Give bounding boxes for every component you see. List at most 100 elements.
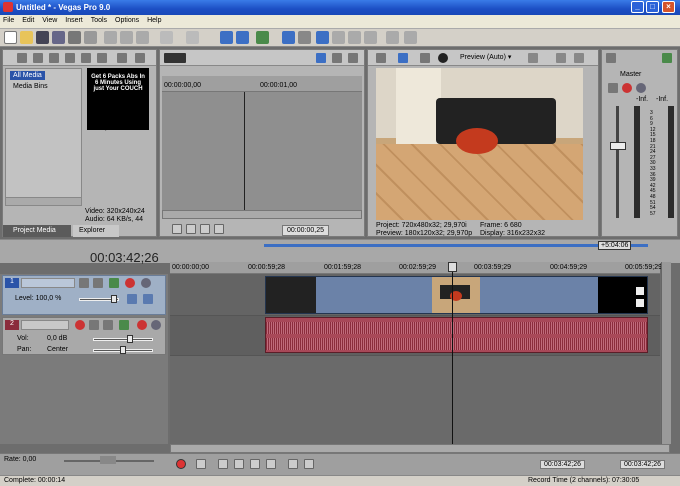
parent-track-icon[interactable]	[127, 294, 137, 304]
master-props-icon[interactable]	[606, 53, 616, 63]
media-thumbnail[interactable]: Get 6 Packs Abs In 6 Minutes Using just …	[87, 68, 149, 130]
edit-tool-icon[interactable]	[220, 31, 233, 44]
cut-icon[interactable]	[104, 31, 117, 44]
video-track-header[interactable]: 1 Level: 100,0 %	[2, 275, 166, 315]
go-to-start-icon[interactable]	[288, 459, 298, 469]
track-composite-icon[interactable]	[109, 278, 119, 288]
timeline-cursor[interactable]	[452, 262, 453, 444]
tab-explorer[interactable]: Explorer	[73, 225, 119, 237]
trimmer-area[interactable]	[162, 92, 362, 210]
trimmer-view-dropdown[interactable]	[164, 53, 186, 63]
menu-tools[interactable]: Tools	[88, 15, 110, 26]
trimmer-play-icon[interactable]	[186, 224, 196, 234]
trimmer-video-icon[interactable]	[348, 53, 358, 63]
stop-icon[interactable]	[266, 459, 276, 469]
save-as-icon[interactable]	[52, 31, 65, 44]
whats-this-icon[interactable]	[404, 31, 417, 44]
event-fx-icon[interactable]	[636, 299, 644, 307]
menu-file[interactable]: File	[0, 15, 17, 26]
external-monitor-icon[interactable]	[398, 53, 408, 63]
master-add-icon[interactable]	[662, 53, 672, 63]
open-icon[interactable]	[20, 31, 33, 44]
event-pan-crop-icon[interactable]	[636, 287, 644, 295]
record-icon[interactable]	[176, 459, 186, 469]
envelope-tool-icon[interactable]	[236, 31, 249, 44]
track-solo-icon[interactable]	[151, 320, 161, 330]
envelope-edit-icon[interactable]	[332, 31, 345, 44]
paste-icon[interactable]	[136, 31, 149, 44]
menu-help[interactable]: Help	[144, 15, 164, 26]
help-icon[interactable]	[386, 31, 399, 44]
maximize-button[interactable]: □	[646, 1, 659, 13]
preview-props-icon[interactable]	[376, 53, 386, 63]
loop-playback-icon[interactable]	[196, 459, 206, 469]
track-fx-icon[interactable]	[103, 320, 113, 330]
tree-item-all-media[interactable]: All Media	[10, 71, 45, 80]
tab-project-media[interactable]: Project Media	[3, 225, 71, 237]
master-record-icon[interactable]	[622, 83, 632, 93]
tree-item-media-bins[interactable]: Media Bins	[10, 82, 51, 91]
new-icon[interactable]	[4, 31, 17, 44]
remove-media-icon[interactable]	[65, 53, 75, 63]
pause-icon[interactable]	[250, 459, 260, 469]
split-screen-icon[interactable]	[438, 53, 448, 63]
zoom-tool-icon[interactable]	[364, 31, 377, 44]
track-mute-icon[interactable]	[137, 320, 147, 330]
delete-icon[interactable]	[117, 53, 127, 63]
fx-icon[interactable]	[420, 53, 430, 63]
audio-track-header[interactable]: 2 Vol: 0,0 dB Pan: Center	[2, 317, 166, 355]
render-icon[interactable]	[68, 31, 81, 44]
arm-record-icon[interactable]	[75, 320, 85, 330]
track-fx-icon[interactable]	[93, 278, 103, 288]
snap-icon[interactable]	[256, 31, 269, 44]
menu-insert[interactable]: Insert	[62, 15, 86, 26]
copy-icon[interactable]	[120, 31, 133, 44]
cursor-handle[interactable]	[448, 262, 457, 272]
master-mute-icon[interactable]	[636, 83, 646, 93]
audio-event[interactable]	[265, 317, 648, 353]
get-media-icon[interactable]	[49, 53, 59, 63]
master-fx-icon[interactable]	[608, 83, 618, 93]
normal-edit-tool-icon[interactable]	[316, 31, 329, 44]
selection-edit-icon[interactable]	[348, 31, 361, 44]
copy-snapshot-icon[interactable]	[556, 53, 566, 63]
track-name-field[interactable]	[21, 320, 69, 330]
save-snapshot-icon[interactable]	[574, 53, 584, 63]
volume-knob[interactable]	[127, 335, 133, 343]
go-to-end-icon[interactable]	[304, 459, 314, 469]
preview-quality-dropdown[interactable]: Preview (Auto) ▾	[460, 53, 511, 61]
undo-icon[interactable]	[160, 31, 173, 44]
close-button[interactable]: ×	[662, 1, 675, 13]
track-name-field[interactable]	[21, 278, 75, 288]
rate-knob[interactable]	[100, 456, 116, 464]
minimize-button[interactable]: _	[631, 1, 644, 13]
pan-knob[interactable]	[120, 346, 126, 354]
loop-region-bar[interactable]	[264, 244, 648, 247]
trimmer-mode-icon[interactable]	[316, 53, 326, 63]
menu-view[interactable]: View	[39, 15, 60, 26]
trimmer-scrollbar[interactable]	[162, 210, 362, 219]
video-event[interactable]	[265, 276, 648, 314]
views-icon[interactable]	[135, 53, 145, 63]
capture-icon[interactable]	[33, 53, 43, 63]
trimmer-play-from-start-icon[interactable]	[172, 224, 182, 234]
trimmer-stop-icon[interactable]	[214, 224, 224, 234]
volume-slider[interactable]	[93, 338, 153, 341]
automation-icon[interactable]	[119, 320, 129, 330]
auto-ripple-icon[interactable]	[282, 31, 295, 44]
media-fx-icon[interactable]	[81, 53, 91, 63]
track-motion-icon[interactable]	[79, 278, 89, 288]
timeline-vscrollbar[interactable]	[661, 262, 671, 444]
media-file-name[interactable]: pres.avi	[105, 124, 130, 131]
overlays-icon[interactable]	[528, 53, 538, 63]
track-level-knob[interactable]	[111, 295, 117, 303]
invert-phase-icon[interactable]	[89, 320, 99, 330]
play-from-start-icon[interactable]	[218, 459, 228, 469]
menu-options[interactable]: Options	[112, 15, 142, 26]
redo-icon[interactable]	[186, 31, 199, 44]
track-solo-icon[interactable]	[141, 278, 151, 288]
properties-icon[interactable]	[84, 31, 97, 44]
child-track-icon[interactable]	[143, 294, 153, 304]
timeline-tracks[interactable]	[170, 262, 660, 444]
trimmer-ruler[interactable]: 00:00:00,00 00:00:01,00	[162, 76, 362, 92]
